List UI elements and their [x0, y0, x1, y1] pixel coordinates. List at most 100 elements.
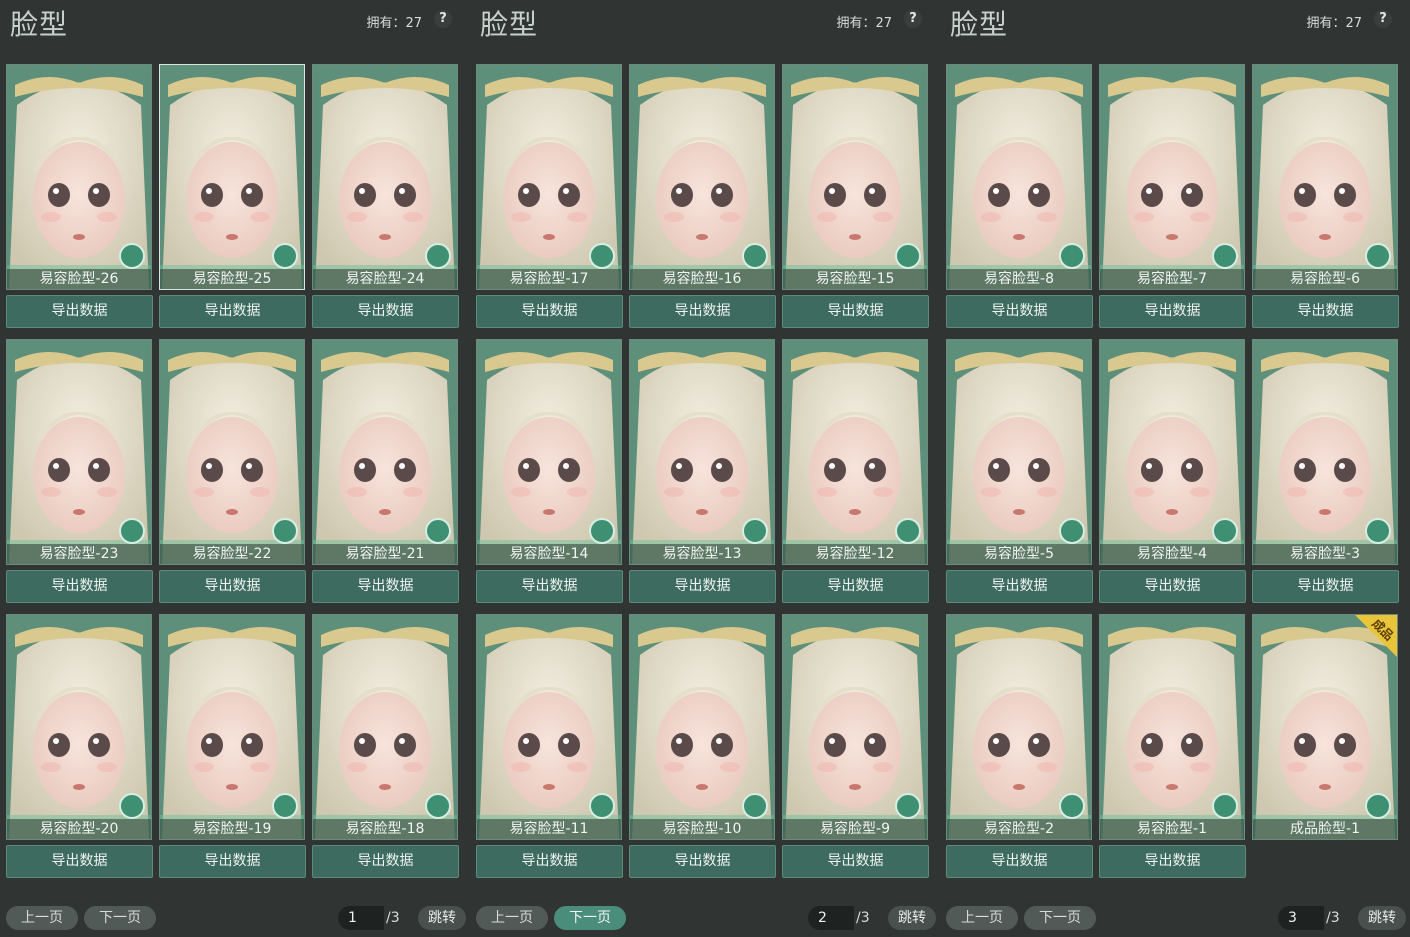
face-card[interactable]: 易容脸型-6	[1252, 64, 1398, 290]
brush-icon	[119, 793, 145, 819]
face-card-label: 易容脸型-26	[7, 269, 151, 289]
jump-button[interactable]: 跳转	[888, 906, 936, 930]
export-data-button[interactable]: 导出数据	[312, 845, 459, 878]
face-card[interactable]: 易容脸型-14	[476, 339, 622, 565]
face-card-label: 易容脸型-16	[630, 269, 774, 289]
export-data-button[interactable]: 导出数据	[946, 295, 1093, 328]
face-card[interactable]: 易容脸型-5	[946, 339, 1092, 565]
brush-icon	[425, 518, 451, 544]
jump-button[interactable]: 跳转	[1358, 906, 1406, 930]
export-data-button[interactable]: 导出数据	[159, 845, 306, 878]
face-card-label: 易容脸型-7	[1100, 269, 1244, 289]
export-data-button[interactable]: 导出数据	[6, 295, 153, 328]
pagination: 上一页 下一页 2 /3 跳转	[470, 904, 940, 932]
export-data-button[interactable]: 导出数据	[476, 295, 623, 328]
export-data-button[interactable]: 导出数据	[782, 295, 929, 328]
face-card-label: 易容脸型-14	[477, 544, 621, 564]
next-page-button[interactable]: 下一页	[84, 906, 156, 930]
face-card-label: 易容脸型-6	[1253, 269, 1397, 289]
face-card[interactable]: 易容脸型-7	[1099, 64, 1245, 290]
face-card-label: 易容脸型-20	[7, 819, 151, 839]
brush-icon	[1365, 793, 1391, 819]
export-data-button[interactable]: 导出数据	[1099, 295, 1246, 328]
face-card[interactable]: 易容脸型-3	[1252, 339, 1398, 565]
face-card[interactable]: 易容脸型-4	[1099, 339, 1245, 565]
export-data-button[interactable]: 导出数据	[782, 845, 929, 878]
face-card-label: 易容脸型-4	[1100, 544, 1244, 564]
export-data-button[interactable]: 导出数据	[312, 295, 459, 328]
help-icon[interactable]: ?	[904, 10, 922, 28]
export-data-button[interactable]: 导出数据	[946, 570, 1093, 603]
help-icon[interactable]: ?	[1374, 10, 1392, 28]
brush-icon	[589, 518, 615, 544]
export-data-button[interactable]: 导出数据	[6, 570, 153, 603]
export-data-button[interactable]: 导出数据	[159, 570, 306, 603]
face-card[interactable]: 易容脸型-10	[629, 614, 775, 840]
export-data-button[interactable]: 导出数据	[946, 845, 1093, 878]
prev-page-button[interactable]: 上一页	[476, 906, 548, 930]
face-card[interactable]: 易容脸型-16	[629, 64, 775, 290]
brush-icon	[1059, 243, 1085, 269]
face-panel-3: 脸型 拥有：27 ? 易容脸型-8 导出数据 易容脸型-7 导出数据 易容脸型-…	[940, 0, 1410, 937]
face-card[interactable]: 易容脸型-18	[312, 614, 458, 840]
export-data-button[interactable]: 导出数据	[782, 570, 929, 603]
face-card[interactable]: 易容脸型-26	[6, 64, 152, 290]
brush-icon	[589, 243, 615, 269]
brush-icon	[425, 243, 451, 269]
face-card[interactable]: 易容脸型-24	[312, 64, 458, 290]
prev-page-button[interactable]: 上一页	[6, 906, 78, 930]
export-data-button[interactable]: 导出数据	[476, 570, 623, 603]
next-page-button[interactable]: 下一页	[1024, 906, 1096, 930]
face-shape-gallery: 脸型 拥有：27 ? 易容脸型-26 导出数据 易容脸型-25 导出数据 易容脸…	[0, 0, 1410, 937]
export-data-button[interactable]: 导出数据	[476, 845, 623, 878]
face-card[interactable]: 成品脸型-1 成品	[1252, 614, 1398, 840]
export-data-button[interactable]: 导出数据	[1252, 570, 1399, 603]
brush-icon	[895, 243, 921, 269]
face-card[interactable]: 易容脸型-1	[1099, 614, 1245, 840]
face-card[interactable]: 易容脸型-23	[6, 339, 152, 565]
face-card[interactable]: 易容脸型-22	[159, 339, 305, 565]
export-data-button[interactable]: 导出数据	[6, 845, 153, 878]
page-number-input[interactable]: 3	[1278, 906, 1324, 930]
page-number-input[interactable]: 1	[338, 906, 384, 930]
face-card-label: 易容脸型-21	[313, 544, 457, 564]
export-data-button[interactable]: 导出数据	[1099, 570, 1246, 603]
face-card[interactable]: 易容脸型-15	[782, 64, 928, 290]
export-data-button[interactable]: 导出数据	[629, 845, 776, 878]
face-card-label: 成品脸型-1	[1253, 819, 1397, 839]
prev-page-button[interactable]: 上一页	[946, 906, 1018, 930]
page-number-input[interactable]: 2	[808, 906, 854, 930]
owned-count: 拥有：27	[836, 16, 892, 31]
brush-icon	[1212, 243, 1238, 269]
brush-icon	[1212, 518, 1238, 544]
owned-count: 拥有：27	[1306, 16, 1362, 31]
brush-icon	[272, 518, 298, 544]
face-card-label: 易容脸型-3	[1253, 544, 1397, 564]
export-data-button[interactable]: 导出数据	[629, 295, 776, 328]
next-page-button[interactable]: 下一页	[554, 906, 626, 930]
face-card[interactable]: 易容脸型-9	[782, 614, 928, 840]
face-card[interactable]: 易容脸型-17	[476, 64, 622, 290]
face-card-label: 易容脸型-13	[630, 544, 774, 564]
face-card[interactable]: 易容脸型-19	[159, 614, 305, 840]
export-data-button[interactable]: 导出数据	[159, 295, 306, 328]
face-card[interactable]: 易容脸型-11	[476, 614, 622, 840]
face-card[interactable]: 易容脸型-25	[159, 64, 305, 290]
brush-icon	[119, 243, 145, 269]
face-card[interactable]: 易容脸型-2	[946, 614, 1092, 840]
export-data-button[interactable]: 导出数据	[1252, 295, 1399, 328]
face-card-label: 易容脸型-2	[947, 819, 1091, 839]
face-card[interactable]: 易容脸型-13	[629, 339, 775, 565]
help-icon[interactable]: ?	[434, 10, 452, 28]
page-total: /3	[1326, 910, 1340, 926]
face-card[interactable]: 易容脸型-8	[946, 64, 1092, 290]
export-data-button[interactable]: 导出数据	[1099, 845, 1246, 878]
face-card[interactable]: 易容脸型-12	[782, 339, 928, 565]
face-card[interactable]: 易容脸型-20	[6, 614, 152, 840]
face-card[interactable]: 易容脸型-21	[312, 339, 458, 565]
jump-button[interactable]: 跳转	[418, 906, 466, 930]
brush-icon	[895, 793, 921, 819]
export-data-button[interactable]: 导出数据	[312, 570, 459, 603]
export-data-button[interactable]: 导出数据	[629, 570, 776, 603]
owned-count: 拥有：27	[366, 16, 422, 31]
